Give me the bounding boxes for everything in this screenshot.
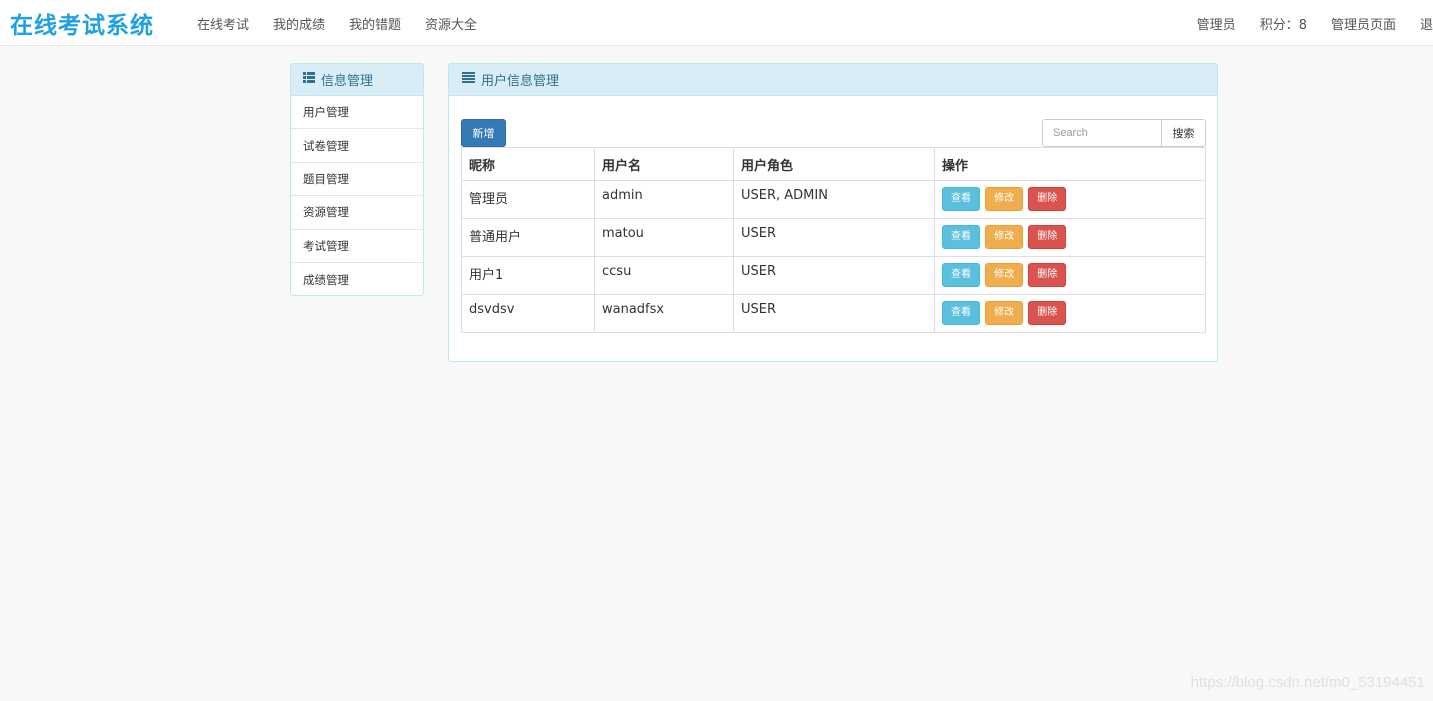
- edit-button[interactable]: 修改: [985, 301, 1024, 325]
- column-header-actions: 操作: [934, 147, 1206, 181]
- brand-logo[interactable]: 在线考试系统: [10, 6, 154, 40]
- sidebar-item-papers[interactable]: 试卷管理: [291, 129, 423, 163]
- main-nav: 在线考试 我的成绩 我的错题 资源大全: [185, 0, 489, 46]
- edit-button[interactable]: 修改: [985, 187, 1024, 211]
- list-icon: [303, 72, 315, 87]
- cell-actions: 查看 修改 删除: [934, 218, 1206, 257]
- sidebar-item-scores[interactable]: 成绩管理: [291, 263, 423, 295]
- cell-nickname: 用户1: [461, 256, 595, 295]
- cell-nickname: 管理员: [461, 180, 595, 219]
- add-user-button[interactable]: 新增: [461, 119, 506, 147]
- nav-resources[interactable]: 资源大全: [413, 14, 489, 33]
- sidebar-title: 信息管理: [321, 74, 374, 89]
- sidebar-panel: 信息管理 用户管理 试卷管理 题目管理 资源管理 考试管理 成绩管理: [290, 63, 424, 296]
- cell-username: ccsu: [594, 256, 734, 295]
- table-header-row: 昵称 用户名 用户角色 操作: [461, 147, 1206, 181]
- delete-button[interactable]: 删除: [1028, 187, 1067, 211]
- watermark: https://blog.csdn.net/m0_53194451: [1190, 674, 1425, 691]
- delete-button[interactable]: 删除: [1028, 263, 1067, 287]
- edit-button[interactable]: 修改: [985, 225, 1024, 249]
- nav-my-scores[interactable]: 我的成绩: [261, 14, 337, 33]
- top-navbar: 在线考试系统 在线考试 我的成绩 我的错题 资源大全 管理员 积分：8 管理员页…: [0, 0, 1433, 46]
- user-management-panel: 用户信息管理 新增 搜索 昵称 用户名 用户角色 操作 管理员 admin US…: [448, 63, 1218, 362]
- cell-actions: 查看 修改 删除: [934, 180, 1206, 219]
- cell-roles: USER: [733, 256, 935, 295]
- main-panel-heading: 用户信息管理: [449, 64, 1217, 96]
- view-button[interactable]: 查看: [942, 225, 980, 249]
- cell-nickname: dsvdsv: [461, 294, 595, 333]
- column-header-nickname: 昵称: [461, 147, 595, 181]
- menu-icon: [462, 72, 475, 87]
- sidebar-item-users[interactable]: 用户管理: [291, 96, 423, 130]
- nav-points[interactable]: 积分：8: [1248, 14, 1319, 33]
- table-row: 管理员 admin USER, ADMIN 查看 修改 删除: [461, 180, 1206, 219]
- column-header-roles: 用户角色: [733, 147, 935, 181]
- cell-username: admin: [594, 180, 734, 219]
- cell-username: matou: [594, 218, 734, 257]
- edit-button[interactable]: 修改: [985, 263, 1024, 287]
- sidebar-item-exams[interactable]: 考试管理: [291, 230, 423, 263]
- column-header-username: 用户名: [594, 147, 734, 181]
- user-nav: 管理员 积分：8 管理员页面 退: [1185, 0, 1433, 46]
- view-button[interactable]: 查看: [942, 301, 980, 325]
- cell-actions: 查看 修改 删除: [934, 294, 1206, 333]
- nav-admin-page[interactable]: 管理员页面: [1319, 14, 1408, 33]
- sidebar-heading: 信息管理: [291, 64, 423, 96]
- table-row: 用户1 ccsu USER 查看 修改 删除: [461, 256, 1206, 295]
- cell-actions: 查看 修改 删除: [934, 256, 1206, 295]
- cell-roles: USER: [733, 294, 935, 333]
- sidebar-item-questions[interactable]: 题目管理: [291, 163, 423, 197]
- nav-online-exam[interactable]: 在线考试: [185, 14, 261, 33]
- nav-user-role[interactable]: 管理员: [1185, 14, 1248, 33]
- table-row: dsvdsv wanadfsx USER 查看 修改 删除: [461, 294, 1206, 333]
- cell-username: wanadfsx: [594, 294, 734, 333]
- search-group: 搜索: [1042, 119, 1206, 147]
- cell-nickname: 普通用户: [461, 218, 595, 257]
- delete-button[interactable]: 删除: [1028, 225, 1067, 249]
- search-input[interactable]: [1042, 119, 1162, 147]
- cell-roles: USER, ADMIN: [733, 180, 935, 219]
- sidebar-item-resources[interactable]: 资源管理: [291, 196, 423, 230]
- nav-logout[interactable]: 退: [1408, 14, 1433, 33]
- view-button[interactable]: 查看: [942, 187, 980, 211]
- delete-button[interactable]: 删除: [1028, 301, 1067, 325]
- view-button[interactable]: 查看: [942, 263, 980, 287]
- cell-roles: USER: [733, 218, 935, 257]
- search-button[interactable]: 搜索: [1162, 119, 1206, 147]
- users-table: 昵称 用户名 用户角色 操作 管理员 admin USER, ADMIN 查看 …: [461, 147, 1206, 333]
- nav-my-mistakes[interactable]: 我的错题: [337, 14, 413, 33]
- main-panel-title: 用户信息管理: [481, 74, 560, 89]
- table-row: 普通用户 matou USER 查看 修改 删除: [461, 218, 1206, 257]
